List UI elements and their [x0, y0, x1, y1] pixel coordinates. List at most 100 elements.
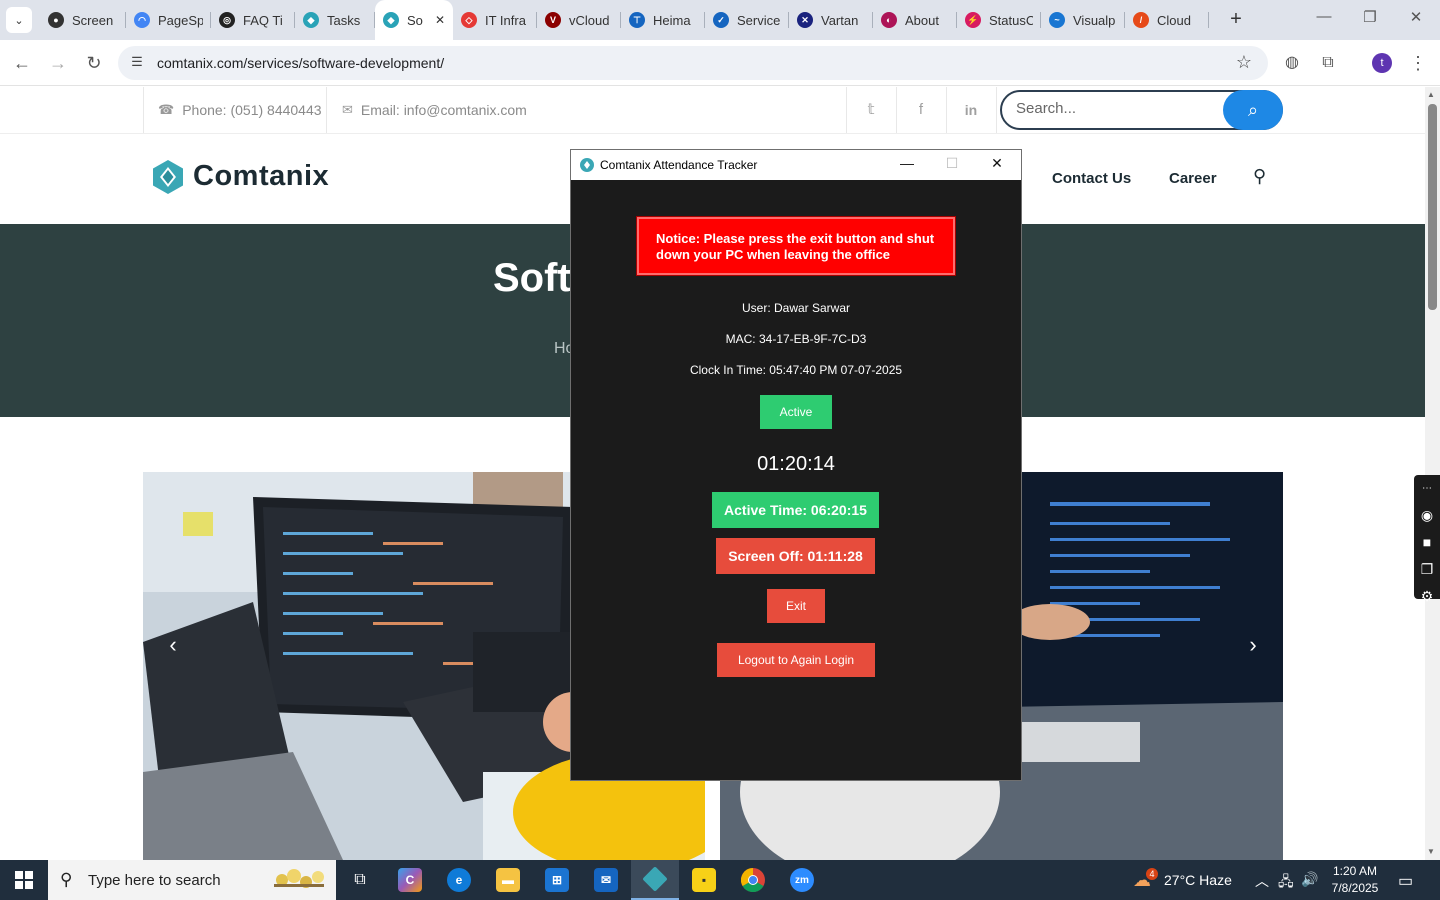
address-bar[interactable]: ☰ comtanix.com/services/software-develop… — [118, 46, 1268, 80]
windows-taskbar: ⚲ Type here to search ⧉ C e ▬ ⊞ ✉ ▪ zm ☁… — [0, 860, 1440, 900]
settings-gear-icon[interactable]: ⚙ — [1414, 583, 1440, 610]
browser-tab[interactable]: / Cloud — [1125, 0, 1209, 40]
tab-favicon-icon: ✓ — [713, 12, 729, 28]
search-icon[interactable]: ⌕ — [1223, 90, 1283, 130]
linkedin-icon[interactable]: in — [946, 87, 996, 133]
active-time-display: Active Time: 06:20:15 — [712, 492, 879, 528]
store-icon[interactable]: ⊞ — [533, 860, 581, 900]
page-scrollbar[interactable]: ▲ ▼ — [1425, 87, 1440, 860]
url-text[interactable]: comtanix.com/services/software-developme… — [157, 55, 444, 71]
facebook-icon[interactable]: f — [896, 87, 946, 133]
network-icon[interactable]: 🖧 — [1278, 871, 1294, 895]
browser-tab[interactable]: ◆ So ✕ — [375, 0, 453, 40]
mac-label: MAC: 34-17-EB-9F-7C-D3 — [725, 332, 867, 346]
back-button[interactable]: ← — [9, 50, 35, 76]
windows-start-icon[interactable] — [0, 860, 48, 900]
scroll-up-icon[interactable]: ▲ — [1427, 90, 1435, 99]
phone-text: Phone: (051) 8440443 — [182, 102, 322, 118]
profile-avatar[interactable]: t — [1372, 53, 1392, 73]
extensions-icon[interactable]: ⧉ — [1315, 50, 1341, 76]
tracker-window-title: Comtanix Attendance Tracker — [600, 158, 758, 172]
tracker-titlebar[interactable]: Comtanix Attendance Tracker — ☐ ✕ — [571, 150, 1021, 180]
forward-button[interactable]: → — [45, 50, 71, 76]
restore-button[interactable]: ❐ — [1358, 8, 1382, 26]
bookmark-star-icon[interactable]: ☆ — [1236, 52, 1252, 73]
browser-tab[interactable]: ◐ About — [873, 0, 957, 40]
tab-close-icon[interactable]: ✕ — [435, 13, 445, 27]
mail-icon[interactable]: ✉ — [582, 860, 630, 900]
browser-tab[interactable]: ~ Visualp — [1041, 0, 1125, 40]
slider-next-icon[interactable]: › — [1233, 632, 1273, 658]
browser-tab[interactable]: ⊤ Heima — [621, 0, 705, 40]
slider-prev-icon[interactable]: ‹ — [153, 632, 193, 658]
tab-title: Vartan — [821, 12, 859, 28]
divider — [143, 87, 144, 133]
scroll-down-icon[interactable]: ▼ — [1427, 847, 1435, 856]
tracker-maximize-button: ☐ — [945, 155, 959, 171]
task-view-icon[interactable]: ⧉ — [336, 860, 384, 900]
camera-icon[interactable]: ◉ — [1414, 502, 1440, 529]
edge-icon[interactable]: e — [435, 860, 483, 900]
more-tools-icon[interactable]: ⋯ — [1414, 475, 1440, 502]
tracker-close-button[interactable]: ✕ — [987, 155, 1007, 172]
browser-tab[interactable]: ● Screen — [40, 0, 126, 40]
close-window-button[interactable]: ✕ — [1404, 8, 1428, 26]
attendance-tracker-taskbar-icon[interactable] — [631, 860, 679, 900]
sticky-notes-icon[interactable]: ▪ — [680, 860, 728, 900]
browser-tab[interactable]: ◎ FAQ Ti — [211, 0, 295, 40]
tab-title: StatusC — [989, 12, 1033, 28]
browser-toolbar: ← → ↻ ☰ comtanix.com/services/software-d… — [0, 40, 1440, 86]
window-icon[interactable]: ❐ — [1414, 556, 1440, 583]
tab-favicon-icon: ◇ — [461, 12, 477, 28]
phone-info: ☎ Phone: (051) 8440443 — [158, 87, 322, 133]
file-explorer-icon[interactable]: ▬ — [484, 860, 532, 900]
browser-tab[interactable]: ✕ Vartan — [789, 0, 873, 40]
new-tab-button[interactable]: + — [1225, 9, 1247, 31]
translate-icon[interactable]: ◍ — [1279, 50, 1305, 76]
nav-career[interactable]: Career — [1169, 170, 1217, 187]
browser-tab[interactable]: VvCloud — [537, 0, 621, 40]
copilot-icon[interactable]: C — [386, 860, 434, 900]
chrome-icon[interactable] — [729, 860, 777, 900]
site-search-input[interactable] — [1016, 100, 1216, 117]
taskbar-search-box[interactable]: ⚲ Type here to search — [48, 860, 336, 900]
browser-tab[interactable]: ◠ PageSp — [126, 0, 211, 40]
logout-button[interactable]: Logout to Again Login — [717, 643, 875, 677]
reload-button[interactable]: ↻ — [81, 50, 107, 76]
logo-text[interactable]: Comtanix — [193, 160, 329, 193]
browser-tab-strip: ⌄ ● Screen ◠ PageSp ◎ FAQ Ti ◆ Tasks ◆ So ✕ ◇ IT Inf… — [0, 0, 1440, 40]
email-text[interactable]: Email: info@comtanix.com — [361, 102, 527, 118]
exit-button[interactable]: Exit — [767, 589, 825, 623]
comtanix-logo-icon[interactable] — [150, 159, 186, 195]
weather-text[interactable]: 27°C Haze — [1164, 860, 1232, 900]
video-icon[interactable]: ■ — [1414, 529, 1440, 556]
volume-icon[interactable]: 🔊 — [1301, 871, 1318, 888]
taskbar-clock[interactable]: 1:20 AM 7/8/2025 — [1324, 863, 1386, 897]
tab-favicon-icon: ● — [48, 12, 64, 28]
weather-badge: 4 — [1146, 868, 1158, 880]
browser-tab[interactable]: ◇ IT Infra — [453, 0, 537, 40]
screen-off-display: Screen Off: 01:11:28 — [716, 538, 875, 574]
weather-icon[interactable]: ☁ — [1133, 860, 1151, 900]
tab-search-button[interactable]: ⌄ — [6, 7, 32, 33]
notifications-icon[interactable]: ▭ — [1398, 871, 1413, 891]
twitter-icon[interactable]: 𝕥 — [846, 87, 896, 133]
tray-overflow-chevron-icon[interactable]: ︿ — [1255, 871, 1269, 891]
site-info-icon[interactable]: ☰ — [128, 54, 146, 72]
user-label: User: Dawar Sarwar — [741, 301, 851, 315]
minimize-button[interactable]: — — [1312, 8, 1336, 25]
tab-favicon-icon: / — [1133, 12, 1149, 28]
scroll-thumb[interactable] — [1428, 104, 1437, 310]
tracker-minimize-button[interactable]: — — [897, 155, 917, 171]
browser-menu-icon[interactable]: ⋮ — [1405, 50, 1431, 76]
tab-favicon-icon: ✕ — [797, 12, 813, 28]
browser-tab[interactable]: ◆ Tasks — [295, 0, 375, 40]
search-icon[interactable]: ⚲ — [1253, 166, 1266, 187]
nav-contact-us[interactable]: Contact Us — [1052, 170, 1131, 187]
tab-title: PageSp — [158, 12, 203, 28]
tab-title: Heima — [653, 12, 691, 28]
browser-tab[interactable]: ⚡ StatusC — [957, 0, 1041, 40]
tab-title: IT Infra — [485, 12, 526, 28]
zoom-icon[interactable]: zm — [778, 860, 826, 900]
browser-tab[interactable]: ✓ Service — [705, 0, 789, 40]
